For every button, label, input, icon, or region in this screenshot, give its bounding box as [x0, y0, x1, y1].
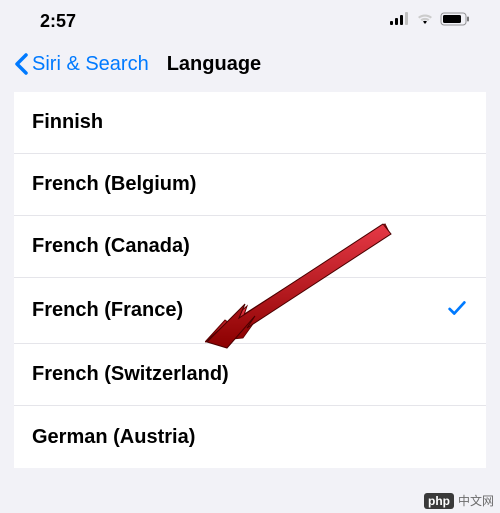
- back-label: Siri & Search: [32, 53, 149, 76]
- language-row[interactable]: German (Austria): [14, 406, 486, 468]
- watermark-logo: php: [424, 493, 454, 509]
- language-list: Finnish French (Belgium) French (Canada) Fr…: [0, 92, 500, 468]
- back-button[interactable]: Siri & Search: [14, 53, 149, 76]
- nav-bar: Siri & Search Language: [0, 40, 500, 92]
- checkmark-icon: [446, 297, 468, 324]
- wifi-icon: [416, 12, 434, 30]
- status-icons: [390, 12, 470, 31]
- list-card: Finnish French (Belgium) French (Canada) Fr…: [14, 92, 486, 468]
- battery-icon: [440, 12, 470, 31]
- language-label: French (Switzerland): [32, 363, 229, 386]
- language-row[interactable]: French (Canada): [14, 216, 486, 278]
- language-label: French (Belgium): [32, 173, 196, 196]
- language-row[interactable]: French (France): [14, 278, 486, 344]
- page-title: Language: [167, 53, 261, 76]
- status-bar: 2:57: [0, 0, 500, 40]
- language-label: German (Austria): [32, 426, 195, 449]
- watermark-text: 中文网: [458, 492, 494, 509]
- language-label: French (Canada): [32, 235, 190, 258]
- language-row[interactable]: French (Belgium): [14, 154, 486, 216]
- status-time: 2:57: [40, 11, 76, 32]
- language-label: Finnish: [32, 111, 103, 134]
- language-label: French (France): [32, 299, 183, 322]
- watermark: php 中文网: [424, 492, 494, 509]
- chevron-left-icon: [14, 53, 28, 75]
- cellular-icon: [390, 12, 410, 30]
- language-row[interactable]: Finnish: [14, 92, 486, 154]
- language-row[interactable]: French (Switzerland): [14, 344, 486, 406]
